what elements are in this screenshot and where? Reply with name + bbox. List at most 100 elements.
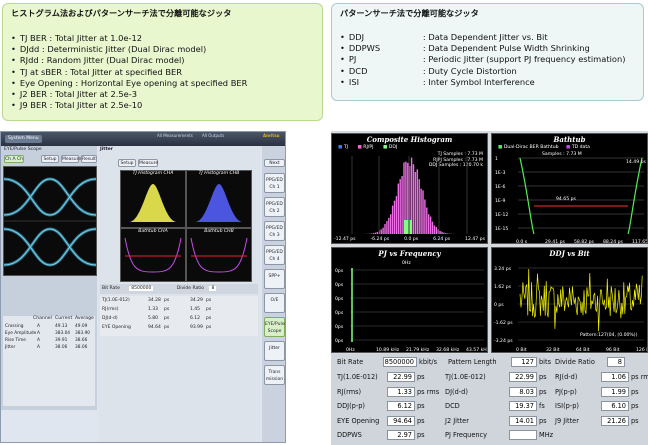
result-label: J9 Jitter bbox=[555, 416, 579, 425]
table-cell: Crossing bbox=[5, 324, 24, 329]
result-cell: 1.33 bbox=[148, 307, 159, 312]
tick-label: 0.0 ps bbox=[404, 237, 419, 242]
list-item: TJ BER : Total Jitter at 1.0e-12 bbox=[11, 33, 314, 44]
column-header: Current bbox=[55, 316, 73, 321]
histogram-bar bbox=[435, 227, 437, 234]
result-cell: RJ(rms) bbox=[102, 307, 119, 312]
side-nav-button[interactable]: Jitter bbox=[264, 341, 285, 361]
pattern-length-input[interactable]: 127 bbox=[511, 357, 537, 367]
result-cell: ps bbox=[206, 325, 212, 330]
side-nav-button[interactable]: PPG/ED Ch 4 bbox=[264, 245, 285, 265]
result-value: 2.97 bbox=[387, 430, 415, 440]
table-cell: 49.09 bbox=[75, 324, 88, 329]
brand-logo: Anritsu bbox=[263, 133, 280, 138]
table-cell: 383.04 bbox=[55, 331, 71, 336]
result-unit: ps bbox=[539, 373, 547, 381]
eye-pulse-pane: EYE/Pulse Scope Ch A Ch Setup Measure Re… bbox=[1, 146, 97, 410]
side-button-bar: Next PPG/ED Ch 1 PPG/ED Ch 2 PPG/ED Ch 3 PP… bbox=[262, 146, 285, 442]
tick-label: 64 Bit bbox=[576, 347, 590, 353]
result-cell: ps bbox=[164, 298, 170, 303]
result-cell: ps bbox=[206, 307, 212, 312]
column-header: Average bbox=[75, 316, 94, 321]
result-unit: ps rms bbox=[631, 373, 648, 381]
eye-diagram-svg bbox=[3, 177, 97, 267]
histogram-bar bbox=[388, 217, 390, 234]
histogram-x-ticks: -12.47 ps -6.24 ps 0.0 ps 6.24 ps 12.47 … bbox=[332, 237, 487, 242]
jitter-results-table: TJ(1.0E-012) 34.28 ps 34.29 ps RJ(rms) 1.33 ps 1… bbox=[100, 296, 258, 336]
jitter-pane: Jitter Setup Measure TJ Histogram CHA TJ… bbox=[98, 146, 261, 442]
divide-ratio-value[interactable]: 8 bbox=[209, 286, 217, 291]
side-nav-button[interactable]: PPG/ED Ch 1 bbox=[264, 173, 285, 193]
histogram-cha-svg bbox=[129, 184, 177, 222]
side-nav-button[interactable]: O/E bbox=[264, 293, 285, 313]
histogram-bar bbox=[412, 164, 415, 234]
menu-measure-button[interactable]: Measure bbox=[61, 155, 81, 163]
right-box-title: パターンサーチ法で分離可能なジッタ bbox=[340, 8, 479, 18]
next-button[interactable]: Next bbox=[264, 159, 285, 167]
composite-histogram-chart: Composite Histogram ■ TJ ■ RJ/PJ ■ DDJ T… bbox=[331, 133, 488, 244]
histogram-bar bbox=[380, 229, 382, 234]
tick-label: 96 Bit bbox=[606, 347, 620, 353]
table-cell: 39.91 bbox=[55, 338, 68, 343]
result-cell: 34.28 bbox=[148, 298, 161, 303]
result-label: J2 Jitter bbox=[445, 416, 469, 425]
result-label: DDJ(p-p) bbox=[337, 402, 365, 410]
table-cell: 383.90 bbox=[75, 331, 91, 336]
amplitude-table: Channel Current Average Crossing A 49.13 49… bbox=[3, 316, 95, 406]
channel-button[interactable]: Ch A Ch bbox=[4, 155, 24, 163]
histogram-bar bbox=[424, 199, 426, 234]
result-label: DDPWS bbox=[337, 431, 362, 439]
tick-label: 6.24 ps bbox=[433, 237, 451, 242]
bit-rate-label: Bit Rate bbox=[102, 286, 120, 291]
jitter-tab[interactable]: Jitter bbox=[100, 147, 113, 152]
side-nav-button[interactable]: PPG/ED Ch 2 bbox=[264, 197, 285, 217]
tick-label: 126 Bit bbox=[636, 347, 647, 353]
eye-diagram-display bbox=[3, 166, 97, 276]
result-cell: ps bbox=[164, 325, 170, 330]
bit-rate-value[interactable]: 8500000 bbox=[129, 286, 154, 291]
ddj-bit-chart: DDJ vs Bit 3.24 ps 1.62 ps 0 ps -1.62 ps -3.… bbox=[491, 247, 648, 353]
list-item: DJdd : Deterministic Jitter (Dual Dirac … bbox=[11, 44, 314, 55]
pj-svg: 0ps0ps0ps0ps0ps0ps0Hz 10.89 kHz 21.79 kHz 3… bbox=[335, 268, 487, 353]
all-outputs-label[interactable]: All Outputs bbox=[202, 133, 224, 138]
histogram-bar bbox=[399, 179, 401, 234]
list-item: DCD: Duty Cycle Distortion bbox=[340, 66, 635, 77]
result-cell: ps bbox=[206, 316, 212, 321]
histogram-bar bbox=[374, 232, 377, 234]
all-measurements-label[interactable]: All Measurements bbox=[157, 133, 193, 138]
histogram-bar bbox=[395, 196, 398, 234]
side-nav-button[interactable]: EYE/Pulse Scope bbox=[264, 317, 285, 337]
histogram-bar bbox=[439, 231, 441, 234]
tab-eye-pulse-scope[interactable]: EYE/Pulse Scope bbox=[4, 147, 42, 152]
histogram-bar bbox=[386, 221, 388, 234]
result-cell: 93.99 bbox=[190, 325, 203, 330]
menu-result-button[interactable]: Result bbox=[81, 155, 97, 163]
divide-ratio-input[interactable]: 8 bbox=[607, 357, 625, 367]
result-label: DJ(d-d) bbox=[445, 387, 468, 396]
tick-label: 88.24 ps bbox=[603, 239, 624, 245]
list-item: PJ: Periodic Jitter (support PJ frequenc… bbox=[340, 54, 635, 65]
menu-setup-button[interactable]: Setup bbox=[41, 155, 59, 163]
histogram-bar bbox=[433, 225, 436, 234]
bathtub-chb-svg bbox=[190, 237, 248, 273]
histogram-bar bbox=[414, 171, 417, 234]
result-value: 1.33 bbox=[387, 386, 415, 397]
system-menu-button[interactable]: System Menu bbox=[5, 135, 42, 143]
side-nav-button[interactable]: Trans mission bbox=[264, 365, 285, 385]
histogram-bar bbox=[382, 227, 384, 234]
side-nav-button[interactable]: SPP+ bbox=[264, 269, 285, 289]
measure-button[interactable]: Measure bbox=[138, 159, 158, 167]
histogram-bar bbox=[431, 221, 434, 234]
tick-label: 1E-12 bbox=[495, 212, 508, 218]
right-box-list: DDJ: Data Dependent Jitter vs. Bit DDPWS… bbox=[340, 32, 635, 88]
setup-button[interactable]: Setup bbox=[118, 159, 136, 167]
list-item: DDJ: Data Dependent Jitter vs. Bit bbox=[340, 32, 635, 43]
result-label: PJ Frequency bbox=[445, 431, 488, 439]
tick-label: 43.57 kHz bbox=[466, 347, 487, 353]
bit-rate-input[interactable]: 8500000 bbox=[383, 357, 417, 367]
tick-label: 0ps bbox=[335, 338, 344, 344]
result-cell: 5.80 bbox=[148, 316, 159, 321]
result-label: TJ(1.0E-012) bbox=[337, 373, 378, 381]
side-nav-button[interactable]: PPG/ED Ch 3 bbox=[264, 221, 285, 241]
tick-label: 10.89 kHz bbox=[376, 347, 400, 353]
